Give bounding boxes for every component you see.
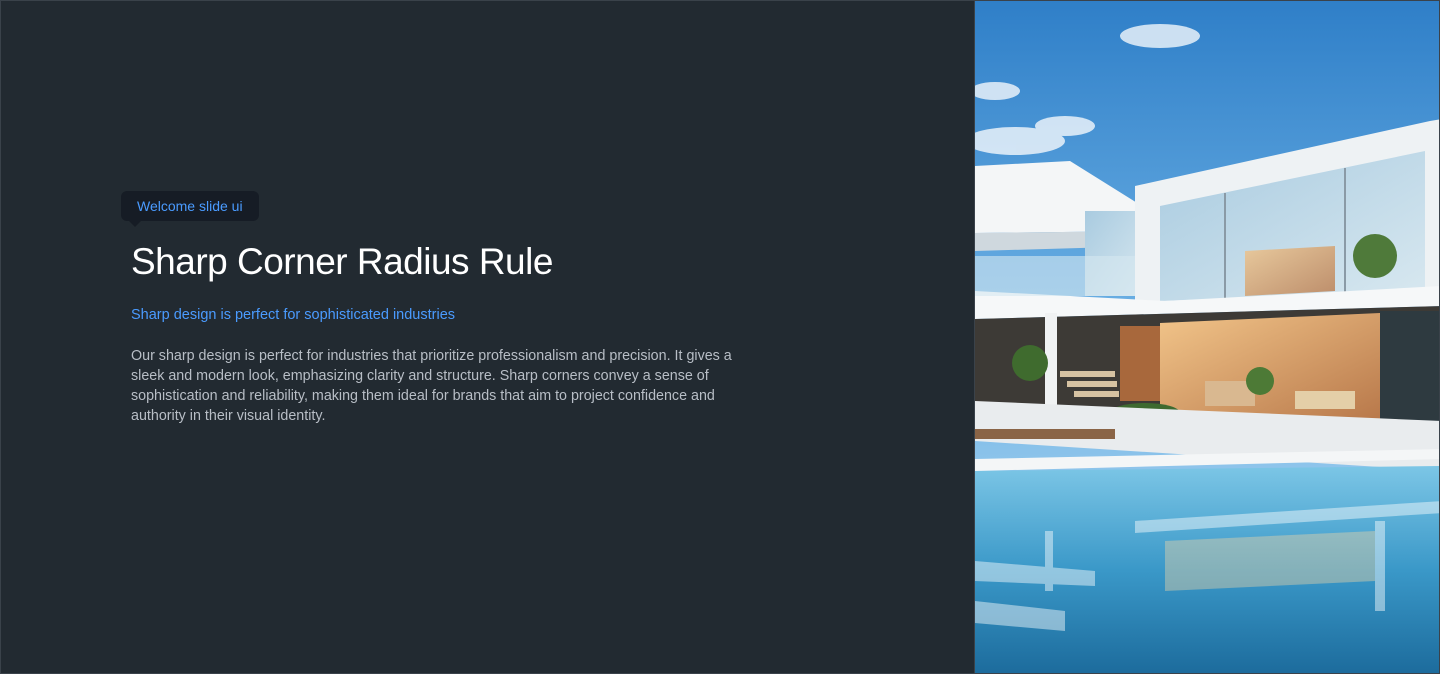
welcome-badge: Welcome slide ui xyxy=(121,191,259,227)
welcome-slide: Welcome slide ui Sharp Corner Radius Rul… xyxy=(0,0,1440,674)
slide-title: Sharp Corner Radius Rule xyxy=(131,241,553,282)
content-panel: Welcome slide ui Sharp Corner Radius Rul… xyxy=(1,1,974,673)
badge-label: Welcome slide ui xyxy=(137,198,243,214)
slide-description: Our sharp design is perfect for industri… xyxy=(131,348,732,424)
slide-subtitle: Sharp design is perfect for sophisticate… xyxy=(131,307,456,323)
hero-image xyxy=(974,1,1439,673)
modern-villa-photo xyxy=(975,1,1439,673)
